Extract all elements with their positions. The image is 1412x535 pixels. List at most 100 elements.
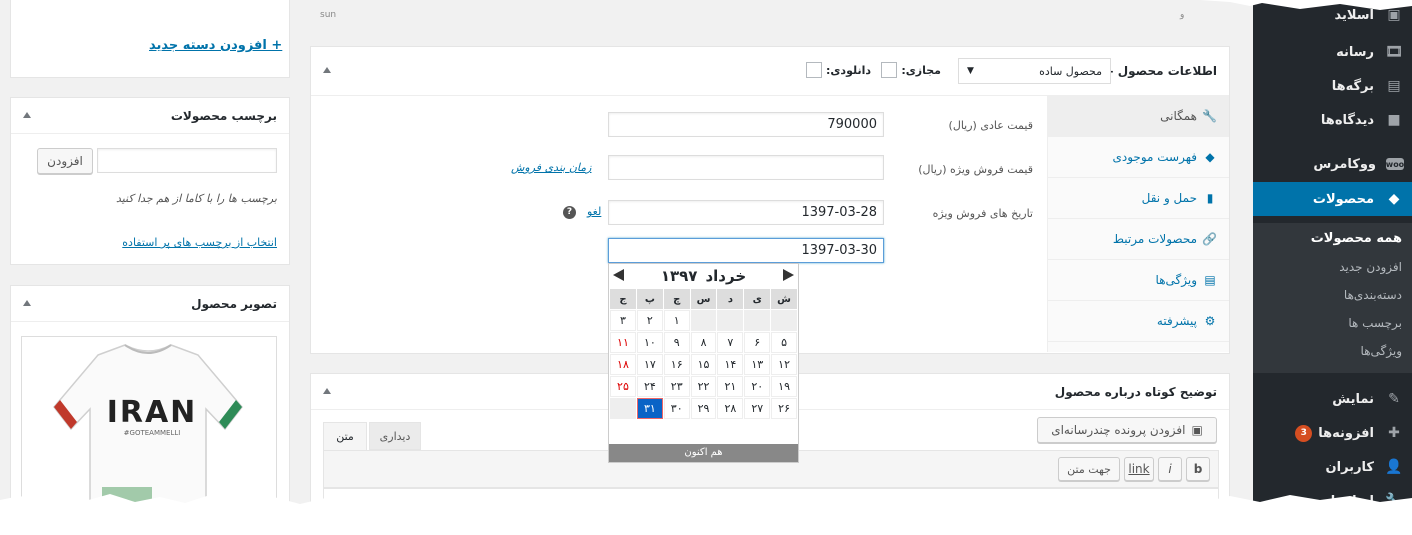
menu-item-products[interactable]: ◆ محصولات xyxy=(1253,182,1412,216)
downloadable-checkbox[interactable] xyxy=(805,62,822,78)
submenu-tags[interactable]: برچسب ها xyxy=(1253,309,1412,337)
calendar-day[interactable]: ۶ xyxy=(744,332,771,353)
calendar-day[interactable]: ۱۶ xyxy=(663,354,690,375)
week-row: ۱۲ ۱۳ ۱۴ ۱۵ ۱۶ ۱۷ ۱۸ xyxy=(610,354,797,375)
tags-box-header[interactable]: برچسب محصولات xyxy=(11,98,289,134)
torn-edge-bottom xyxy=(0,494,1412,535)
sale-price-input[interactable] xyxy=(608,155,884,180)
calendar-empty-cell xyxy=(744,310,771,331)
add-tag-button[interactable]: افزودن xyxy=(37,148,93,174)
menu-item-comments[interactable]: ■ دیدگاه‌ها xyxy=(1253,103,1412,137)
qt-italic-button[interactable]: i xyxy=(1158,457,1182,481)
tab-advanced[interactable]: ⚙ پیشرفته xyxy=(1048,301,1229,342)
sale-date-from-input[interactable]: 1397-03-28 xyxy=(608,200,884,225)
virtual-checkbox[interactable] xyxy=(881,62,898,78)
tab-linked-products[interactable]: 🔗 محصولات مرتبط xyxy=(1048,219,1229,260)
product-tags-box: برچسب محصولات افزودن برچسب ها را با کاما… xyxy=(10,97,290,265)
choose-tags-link[interactable]: انتخاب از برچسب های پر استفاده xyxy=(122,236,277,249)
calendar-day-selected[interactable]: ۳۱ xyxy=(636,398,663,419)
attributes-icon: ▤ xyxy=(1204,273,1216,287)
product-data-title: اطلاعات محصول — xyxy=(1101,64,1217,78)
collapse-toggle-icon[interactable] xyxy=(323,67,331,73)
qt-bold-button[interactable]: b xyxy=(1186,457,1210,481)
submenu-categories[interactable]: دسته‌بندی‌ها xyxy=(1253,281,1412,309)
sale-date-to-input[interactable]: 1397-03-30 xyxy=(608,238,884,263)
truck-icon: ▮ xyxy=(1206,191,1214,205)
calendar-day[interactable]: ۲۶ xyxy=(771,398,797,419)
qt-direction-button[interactable]: جهت متن xyxy=(1058,457,1120,481)
product-type-select[interactable]: محصول ساده ▼ xyxy=(958,58,1111,84)
calendar-day[interactable]: ۱۵ xyxy=(690,354,717,375)
calendar-day[interactable]: ۱۸ xyxy=(610,354,636,375)
menu-item-label: نمایش xyxy=(1332,391,1374,407)
tab-shipping[interactable]: ▮ حمل و نقل xyxy=(1048,178,1229,219)
qt-link-button[interactable]: link xyxy=(1124,457,1154,481)
tab-general[interactable]: 🔧 همگانی xyxy=(1048,96,1229,137)
menu-item-woocommerce[interactable]: woo ووکامرس xyxy=(1253,147,1412,181)
wrench-icon: 🔧 xyxy=(1202,109,1217,123)
product-data-tabs: 🔧 همگانی ◆ فهرست موجودی ▮ حمل و نقل 🔗 محصولا… xyxy=(1047,96,1229,352)
calendar-day[interactable]: ۲۹ xyxy=(690,398,717,419)
add-media-button[interactable]: ▣ افزودن پرونده چندرسانه‌ای xyxy=(1037,417,1217,443)
tab-inventory[interactable]: ◆ فهرست موجودی xyxy=(1048,137,1229,178)
calendar-day[interactable]: ۱۰ xyxy=(636,332,663,353)
calendar-day[interactable]: ۱۹ xyxy=(771,376,797,397)
collapse-toggle-icon[interactable] xyxy=(323,388,331,394)
collapse-toggle-icon[interactable] xyxy=(23,112,31,118)
calendar-day[interactable]: ۸ xyxy=(690,332,717,353)
menu-item-plugins[interactable]: ✚ افزونه‌ها 3 xyxy=(1253,416,1412,450)
tab-attributes[interactable]: ▤ ویژگی‌ها xyxy=(1048,260,1229,301)
appearance-icon: ✎ xyxy=(1388,391,1400,407)
calendar-day[interactable]: ۲۲ xyxy=(690,376,717,397)
submenu-all-products[interactable]: همه محصولات xyxy=(1253,225,1412,253)
help-icon[interactable]: ? xyxy=(563,206,576,219)
calendar-day[interactable]: ۱۲ xyxy=(771,354,797,375)
inventory-icon: ◆ xyxy=(1205,150,1215,164)
weekday-header: ج xyxy=(610,289,636,309)
week-row: ۲۶ ۲۷ ۲۸ ۲۹ ۳۰ ۳۱ xyxy=(610,398,797,419)
calendar-day[interactable]: ۱۱ xyxy=(610,332,636,353)
calendar-day[interactable]: ۲ xyxy=(636,310,663,331)
calendar-day[interactable]: ۹ xyxy=(663,332,690,353)
calendar-day[interactable]: ۳ xyxy=(610,310,636,331)
calendar-grid: ش ی د س چ پ ج ۱ ۲ ۳ ۵ ۶ ۷ ۸ ۹ ۱۰ ۱۱ ۱۲ ۱… xyxy=(609,288,798,420)
tag-input[interactable] xyxy=(97,148,277,173)
tab-visual[interactable]: دیداری xyxy=(369,422,421,450)
add-new-category-link[interactable]: + افزودن دسته جدید xyxy=(149,38,282,53)
cancel-schedule-link[interactable]: لغو xyxy=(587,205,601,218)
schedule-sale-link[interactable]: زمان بندی فروش xyxy=(511,161,591,174)
calendar-day[interactable]: ۷ xyxy=(717,332,744,353)
calendar-day[interactable]: ۱۴ xyxy=(717,354,744,375)
prev-month-arrow-icon[interactable] xyxy=(613,269,624,281)
menu-item-label: دیدگاه‌ها xyxy=(1320,112,1374,128)
downloadable-label: دانلودی: xyxy=(825,63,871,77)
regular-price-input[interactable]: 790000 xyxy=(608,112,884,137)
menu-item-appearance[interactable]: ✎ نمایش xyxy=(1253,382,1412,416)
calendar-day[interactable]: ۲۷ xyxy=(744,398,771,419)
image-box-header[interactable]: تصویر محصول xyxy=(11,286,289,322)
calendar-day[interactable]: ۲۳ xyxy=(663,376,690,397)
calendar-day[interactable]: ۳۰ xyxy=(663,398,690,419)
calendar-day[interactable]: ۲۴ xyxy=(636,376,663,397)
short-desc-title: توضیح کوتاه درباره محصول xyxy=(1054,384,1217,399)
calendar-day[interactable]: ۱ xyxy=(663,310,690,331)
calendar-day[interactable]: ۱۳ xyxy=(744,354,771,375)
tab-text[interactable]: متن xyxy=(323,422,367,450)
menu-item-media[interactable]: 🎞 رسانه xyxy=(1253,35,1412,69)
calendar-day[interactable]: ۲۸ xyxy=(717,398,744,419)
next-month-arrow-icon[interactable] xyxy=(783,269,794,281)
calendar-day[interactable]: ۲۰ xyxy=(744,376,771,397)
calendar-day[interactable]: ۲۱ xyxy=(717,376,744,397)
calendar-day[interactable]: ۲۵ xyxy=(610,376,636,397)
current-arrow xyxy=(1245,193,1253,209)
submenu-attributes[interactable]: ویژگی‌ها xyxy=(1253,337,1412,365)
tags-box-title: برچسب محصولات xyxy=(170,108,277,123)
tab-label: محصولات مرتبط xyxy=(1112,232,1197,246)
calendar-day[interactable]: ۵ xyxy=(771,332,797,353)
calendar-day[interactable]: ۱۷ xyxy=(636,354,663,375)
menu-item-pages[interactable]: ▤ برگه‌ها xyxy=(1253,69,1412,103)
collapse-toggle-icon[interactable] xyxy=(23,300,31,306)
menu-item-users[interactable]: 👤 کاربران xyxy=(1253,450,1412,484)
submenu-add-new[interactable]: افزودن جدید xyxy=(1253,253,1412,281)
now-button[interactable]: هم اکنون xyxy=(609,444,798,462)
